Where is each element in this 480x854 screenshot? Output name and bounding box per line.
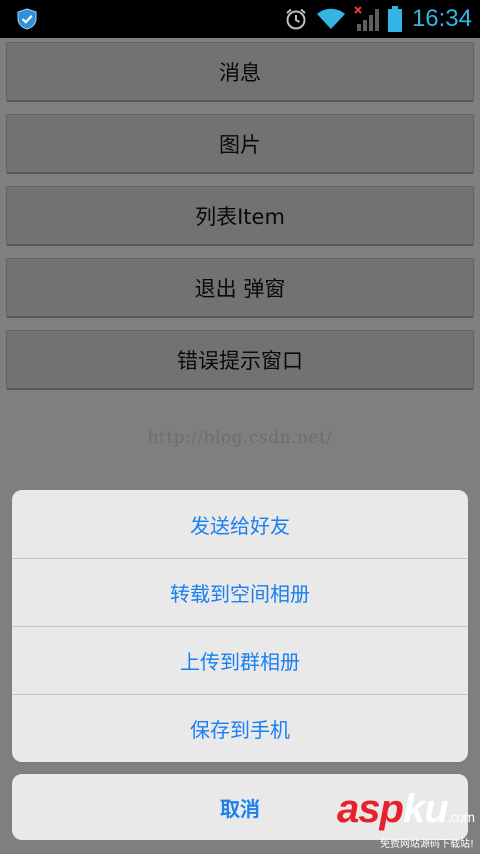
shield-icon <box>17 8 37 30</box>
logo-domain: .com <box>447 809 475 825</box>
status-time: 16:34 <box>411 5 472 32</box>
logo-tagline: 免费网站源码下载站! <box>379 839 474 850</box>
site-logo: aspku.com 免费网站源码下载站! <box>337 787 475 850</box>
save-to-phone-option[interactable]: 保存到手机 <box>12 694 468 762</box>
action-sheet: 发送给好友 转载到空间相册 上传到群相册 保存到手机 <box>12 490 468 762</box>
upload-to-group-album-option[interactable]: 上传到群相册 <box>12 626 468 694</box>
status-bar: 16:34 <box>0 0 480 38</box>
alarm-icon <box>286 8 306 30</box>
repost-to-album-option[interactable]: 转载到空间相册 <box>12 558 468 626</box>
logo-part-ku: ku <box>402 787 449 831</box>
logo-part-asp: asp <box>337 787 404 831</box>
battery-icon <box>387 6 402 32</box>
wifi-icon <box>316 8 345 29</box>
send-to-friend-option[interactable]: 发送给好友 <box>12 490 468 558</box>
signal-no-service-icon <box>354 6 379 31</box>
